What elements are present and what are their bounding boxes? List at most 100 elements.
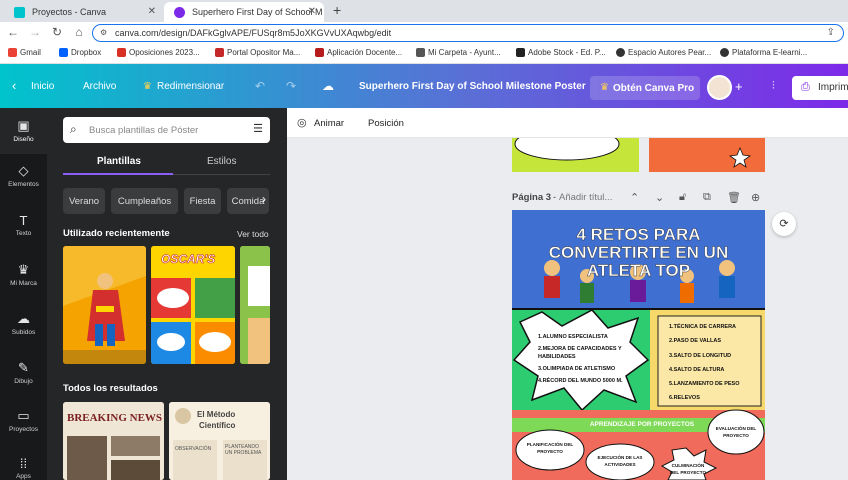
bookmark-gmail[interactable]: Gmail xyxy=(8,48,41,57)
see-all-link[interactable]: Ver todo xyxy=(237,229,269,239)
list-item: 4.SALTO DE ALTURA xyxy=(669,366,725,373)
bookmark-adobe-stock[interactable]: Adobe Stock - Ed. P... xyxy=(516,48,606,57)
list-item: 1.TÉCNICA DE CARRERA xyxy=(669,324,737,330)
poster-bottom-title[interactable]: APRENDIZAJE POR PROYECTOS xyxy=(572,421,712,428)
refresh-suggestions-button[interactable]: ⟳ xyxy=(772,212,796,236)
list-item: 1.ALUMNO ESPECIALISTA xyxy=(538,334,608,340)
add-collaborator-button[interactable]: + xyxy=(735,79,743,94)
rail-item-texto[interactable]: T Texto xyxy=(0,213,47,237)
chevron-right-icon[interactable]: › xyxy=(262,192,266,206)
avatar[interactable] xyxy=(707,75,732,100)
design-title[interactable]: Superhero First Day of School Milestone … xyxy=(359,81,586,92)
tab-estilos[interactable]: Estilos xyxy=(207,156,236,167)
dropbox-icon xyxy=(59,48,68,57)
duplicate-icon[interactable]: ⧉ xyxy=(703,191,711,204)
bookmark-dropbox[interactable]: Dropbox xyxy=(59,48,101,57)
trash-icon[interactable]: 🗑︎ xyxy=(727,191,741,204)
rail-item-diseno[interactable]: ▣ Diseño xyxy=(0,108,47,154)
redo-icon[interactable]: ↷ xyxy=(286,79,296,93)
chip-verano[interactable]: Verano xyxy=(63,188,105,214)
resize-button[interactable]: Redimensionar xyxy=(157,81,224,92)
reload-icon[interactable]: ↻ xyxy=(49,25,65,39)
undo-icon[interactable]: ↶ xyxy=(255,79,265,93)
template-thumbnail-oscars[interactable]: OSCAR'S xyxy=(151,246,235,364)
search-icon: ⌕ xyxy=(70,122,77,136)
cloud-save-icon[interactable]: ☁ xyxy=(322,79,334,93)
list-item: 5.LANZAMIENTO DE PESO xyxy=(669,381,740,388)
template-search-input[interactable]: ⌕ Busca plantillas de Póster ☰ xyxy=(63,117,270,143)
add-page-icon[interactable]: ⊕ xyxy=(751,191,760,204)
text-icon: T xyxy=(19,213,28,228)
chip-cumpleanos[interactable]: Cumpleaños xyxy=(111,188,178,214)
bookmark-oposiciones[interactable]: Oposiciones 2023... xyxy=(117,48,200,57)
tab-plantillas[interactable]: Plantillas xyxy=(97,156,141,167)
bookmark-icon xyxy=(315,48,324,57)
thumbnail-title: El Método xyxy=(197,410,236,419)
thumbnail-label: PLANTEANDO UN PROBLEMA xyxy=(225,444,262,456)
share-icon[interactable]: ⇪ xyxy=(827,27,835,38)
list-item: 6.RELEVOS xyxy=(669,395,700,402)
bookmark-plataforma[interactable]: Plataforma E-learni... xyxy=(720,48,807,57)
superhero-illustration xyxy=(63,246,146,364)
site-info-icon[interactable]: ⚙ xyxy=(100,28,107,37)
bookmark-portal-opositor[interactable]: Portal Opositor Ma... xyxy=(215,48,300,57)
canva-favicon-icon xyxy=(174,7,185,18)
page-2-preview[interactable] xyxy=(512,138,765,172)
bubble-text[interactable]: CULMINACIÓN DEL PROYECTO xyxy=(668,462,708,476)
browser-tab-superhero[interactable]: Superhero First Day of School M ✕ xyxy=(164,2,324,22)
poster-title[interactable]: 4 RETOS PARA CONVERTIRTE EN UN ATLETA TO… xyxy=(520,225,757,280)
close-tab-icon[interactable]: ✕ xyxy=(308,6,316,17)
template-thumbnail-metodo-cientifico[interactable]: El Método Científico OBSERVACIÓN PLANTEA… xyxy=(169,402,270,480)
rail-item-elementos[interactable]: ◇ Elementos xyxy=(0,163,47,188)
url-input[interactable]: ⚙ canva.com/design/DAFkGglvAPE/FUSqr8m5J… xyxy=(92,24,844,42)
chip-fiesta[interactable]: Fiesta xyxy=(184,188,221,214)
template-thumbnail-superhero[interactable] xyxy=(63,246,146,364)
active-tab-indicator xyxy=(63,173,173,175)
get-canva-pro-button[interactable]: ♛ Obtén Canva Pro xyxy=(590,76,700,100)
poster-right-list[interactable]: 1.TÉCNICA DE CARRERA 2.PASO DE VALLAS 3.… xyxy=(669,320,759,406)
tab-title: Proyectos - Canva xyxy=(32,7,107,17)
chevron-right-icon[interactable]: › xyxy=(264,298,268,310)
close-tab-icon[interactable]: ✕ xyxy=(148,6,156,17)
rail-item-proyectos[interactable]: ▭ Proyectos xyxy=(0,408,47,433)
stats-icon[interactable]: ⫶ xyxy=(772,80,775,93)
home-link[interactable]: Inicio xyxy=(31,81,54,92)
chevron-up-icon[interactable]: ⌃ xyxy=(630,191,639,204)
page-2-illustration xyxy=(512,138,765,172)
back-icon[interactable]: ← xyxy=(5,25,21,39)
new-tab-button[interactable]: + xyxy=(333,2,341,18)
crown-icon: ♛ xyxy=(143,81,152,92)
bubble-text[interactable]: EJECUCIÓN DE LAS ACTIVIDADES xyxy=(594,454,646,468)
chevron-left-icon[interactable]: ‹ xyxy=(12,78,16,93)
poster-page-3[interactable]: 4 RETOS PARA CONVERTIRTE EN UN ATLETA TO… xyxy=(512,210,765,480)
brand-icon: ♛ xyxy=(17,262,30,277)
thumbnail-title: OSCAR'S xyxy=(161,252,216,267)
bookmark-espacio-autores[interactable]: Espacio Autores Pear... xyxy=(616,48,711,57)
rail-item-dibujo[interactable]: ✎ Dibujo xyxy=(0,360,47,385)
print-button[interactable]: ⎙ Imprim xyxy=(792,76,848,100)
file-menu[interactable]: Archivo xyxy=(83,81,116,92)
rail-item-subidos[interactable]: ☁ Subidos xyxy=(0,311,47,336)
rail-item-apps[interactable]: ⁞⁞ Apps xyxy=(0,456,47,480)
page-title-input[interactable]: Añadir títul... xyxy=(559,192,612,203)
bookmark-aplicacion-docente[interactable]: Aplicación Docente... xyxy=(315,48,402,57)
position-button[interactable]: Posición xyxy=(368,118,404,129)
browser-tab-proyectos[interactable]: Proyectos - Canva ✕ xyxy=(4,2,164,22)
template-thumbnail-breaking-news[interactable]: BREAKING NEWS xyxy=(63,402,164,480)
forward-icon[interactable]: → xyxy=(27,25,43,39)
rail-item-mi-marca[interactable]: ♛ Mi Marca xyxy=(0,262,47,287)
lock-icon[interactable]: 🔓︎ xyxy=(679,191,686,204)
animate-button[interactable]: Animar xyxy=(314,118,344,129)
shapes-icon: ◇ xyxy=(18,163,29,178)
bubble-text[interactable]: PLANIFICACIÓN DEL PROYECTO xyxy=(526,441,574,455)
bookmark-mi-carpeta[interactable]: Mi Carpeta - Ayunt... xyxy=(416,48,501,57)
poster-left-list[interactable]: 1.ALUMNO ESPECIALISTA 2.MEJORA DE CAPACI… xyxy=(538,331,638,387)
thumbnail-title: BREAKING NEWS xyxy=(67,412,163,424)
home-icon[interactable]: ⌂ xyxy=(71,25,87,39)
editor-toolbar: ◎ Animar Posición xyxy=(287,108,848,138)
bubble-text[interactable]: EVALUACIÓN DEL PROYECTO xyxy=(714,425,758,439)
gmail-icon xyxy=(8,48,17,57)
globe-icon xyxy=(720,48,729,57)
chevron-down-icon[interactable]: ⌄ xyxy=(655,191,664,204)
filter-icon[interactable]: ☰ xyxy=(253,122,263,135)
